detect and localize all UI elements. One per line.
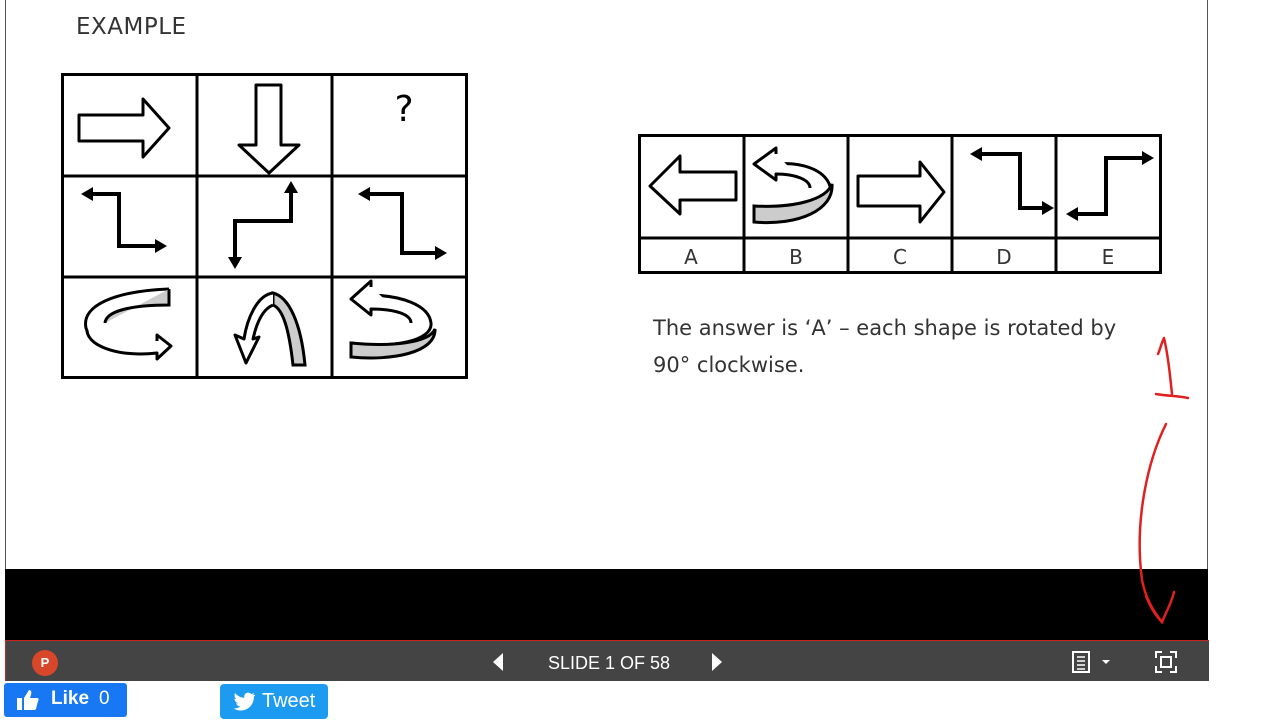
answer-explanation: The answer is ‘A’ – each shape is rotate… [653,316,1117,377]
like-count: 0 [99,688,110,709]
question-mark: ? [394,89,413,130]
option-label-e: E [1102,245,1115,269]
notes-menu-button[interactable] [1069,650,1113,674]
triangle-left-icon [493,653,503,671]
thumbs-up-icon [17,690,39,710]
option-label-a: A [684,245,698,269]
slide-letterbox [5,569,1208,640]
next-slide-button[interactable] [709,652,725,672]
facebook-like-button[interactable]: Like 0 [4,683,127,717]
triangle-right-icon [712,653,722,671]
fullscreen-button[interactable] [1154,650,1178,674]
previous-slide-button[interactable] [490,652,506,672]
slide-counter: SLIDE 1 OF 58 [548,653,671,673]
answer-options: A B C D E [638,134,1162,274]
puzzle-grid: ? [61,73,468,379]
slide-heading: EXAMPLE [76,14,187,40]
option-label-b: B [789,245,803,269]
twitter-bird-icon [233,692,256,711]
like-label: Like [51,688,90,709]
red-annotation-arrow [1138,336,1190,625]
option-label-d: D [996,245,1011,269]
notes-menu-icon [1072,651,1110,673]
slide-canvas: EXAMPLE ? A B C D E The answer is ‘A’ – … [5,0,1208,569]
fullscreen-icon [1155,651,1177,673]
option-label-c: C [893,245,907,269]
powerpoint-icon[interactable]: P [32,650,58,676]
tweet-button[interactable]: Tweet [220,684,328,719]
viewer-toolbar: P SLIDE 1 OF 58 [5,640,1209,681]
tweet-label: Tweet [262,690,316,712]
